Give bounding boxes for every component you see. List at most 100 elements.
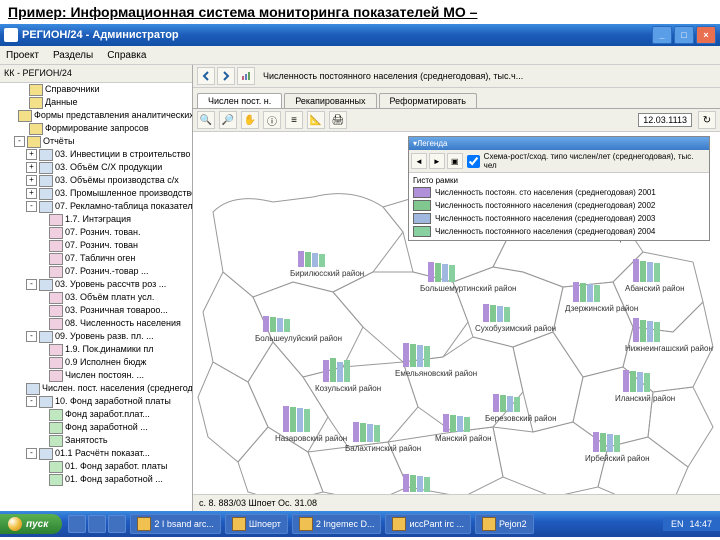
tree-expander-icon[interactable]: - [26,448,37,459]
tree-item[interactable]: 1.9. Пок.динамики пл [0,343,192,356]
tree-item[interactable]: Числен постоян. ... [0,369,192,382]
tab-recap[interactable]: Рекапированных [284,93,376,108]
tree-item[interactable]: 03. Объём платн усл. [0,291,192,304]
tree-item[interactable]: Формы представления аналитических запрос… [0,109,192,122]
tree-root[interactable]: КК - РЕГИОН/24 [0,65,192,83]
tree-item[interactable]: +03. Объём С/Х продукции [0,161,192,174]
tree-item[interactable]: 03. Розничная товароо... [0,304,192,317]
region-bars[interactable] [623,366,650,392]
tree-expander-icon[interactable]: - [26,331,37,342]
region-bars[interactable] [443,406,470,432]
tree-item[interactable]: 07. Рознич.-товар ... [0,265,192,278]
legend-prev-icon[interactable]: ◄ [411,153,427,169]
region-bars[interactable] [323,356,350,382]
tree-item[interactable]: -03. Уровень рассчтв роз ... [0,278,192,291]
region-bars[interactable] [403,466,430,492]
minimize-button[interactable]: _ [652,26,672,44]
region-bars[interactable] [633,316,660,342]
pan-icon[interactable]: ✋ [241,111,259,129]
legend-row[interactable]: Численность постоянного населения (средн… [413,225,705,238]
region-bars[interactable] [593,426,620,452]
tray-lang[interactable]: EN [671,519,684,529]
info-icon[interactable]: ⓘ [263,111,281,129]
taskbar-item[interactable]: 2 Ingemec D... [292,514,382,534]
zoom-in-icon[interactable]: 🔍 [197,111,215,129]
tree-item[interactable]: Фонд заработной ... [0,421,192,434]
tree-item[interactable]: -09. Уровень разв. пл. ... [0,330,192,343]
zoom-out-icon[interactable]: 🔎 [219,111,237,129]
region-bars[interactable] [428,256,455,282]
tree-expander-icon[interactable]: + [26,149,37,160]
ql-icon-3[interactable] [108,515,126,533]
region-bars[interactable] [493,386,520,412]
tree-item[interactable]: 0.9 Исполнен бюдж [0,356,192,369]
tree-item[interactable]: 07. Табличн оген [0,252,192,265]
legend-next-icon[interactable]: ► [429,153,445,169]
region-bars[interactable] [483,296,510,322]
menu-help[interactable]: Справка [107,50,146,61]
tree-expander-icon[interactable]: - [26,279,37,290]
system-tray[interactable]: EN 14:47 [663,517,720,531]
tree-item[interactable]: -10. Фонд заработной платы [0,395,192,408]
region-bars[interactable] [403,341,430,367]
legend-checkbox[interactable] [467,155,480,168]
tree-expander-icon[interactable]: - [14,136,25,147]
map-canvas[interactable]: Легенда ОбъектКазачинский район Тасеевск… [193,132,720,494]
tree-item[interactable]: -01.1 Расчётн показат... [0,447,192,460]
chart-icon[interactable] [237,67,255,85]
ql-icon-1[interactable] [68,515,86,533]
tree-item[interactable]: 08. Численность населения [0,317,192,330]
tree-expander-icon[interactable]: + [26,175,37,186]
menu-sections[interactable]: Разделы [53,50,93,61]
region-bars[interactable] [353,416,380,442]
legend-row[interactable]: Численность постоянного населения (средн… [413,212,705,225]
tree-item[interactable]: Числен. пост. населения (среднегодовая) … [0,382,192,395]
ql-icon-2[interactable] [88,515,106,533]
legend-panel[interactable]: ▾ Легенда ◄ ► ▣ Схема-рост/сход. типо чи… [408,136,710,241]
legend-row[interactable]: Численность постоян. сто населения (сред… [413,186,705,199]
tree-item[interactable]: 1.7. Интэграция [0,213,192,226]
tab-reformat[interactable]: Реформатировать [379,93,477,108]
tree-item[interactable]: 01. Фонд заработной ... [0,473,192,486]
region-bars[interactable] [263,306,290,332]
tree-item[interactable]: +03. Объёмы производства с/х [0,174,192,187]
legend-expand-icon[interactable]: ▣ [447,153,463,169]
tree-item[interactable]: Формирование запросов [0,122,192,135]
tree-expander-icon[interactable]: - [26,201,37,212]
measure-icon[interactable]: 📐 [307,111,325,129]
legend-titlebar[interactable]: ▾ Легенда [409,137,709,150]
taskbar-item[interactable]: Реjon2 [475,514,534,534]
tree-expander-icon[interactable]: + [26,162,37,173]
taskbar-item[interactable]: Шпоерт [225,514,288,534]
tree-item[interactable]: +03. Инвестиции в строительство [0,148,192,161]
maximize-button[interactable]: □ [674,26,694,44]
tree-item[interactable]: Фонд заработ.плат... [0,408,192,421]
taskbar-item[interactable]: 2 I bsand arc... [130,514,221,534]
tree-item[interactable]: +03. Промышленное производство [0,187,192,200]
region-bars[interactable] [573,276,600,302]
tree-item[interactable]: 07. Рознич. тован. [0,226,192,239]
tree-expander-icon[interactable]: + [26,188,37,199]
region-bars[interactable] [633,256,660,282]
tree-expander-icon[interactable]: - [26,396,37,407]
layers-icon[interactable]: ≡ [285,111,303,129]
nav-back-button[interactable] [197,67,215,85]
legend-row[interactable]: Численность постоянного населения (средн… [413,199,705,212]
taskbar-item[interactable]: иссPant irc ... [385,514,471,534]
close-button[interactable]: × [696,26,716,44]
nav-forward-button[interactable] [217,67,235,85]
tree-item[interactable]: 07. Рознич. тован [0,239,192,252]
menu-project[interactable]: Проект [6,50,39,61]
print-icon[interactable]: 🖨 [329,111,347,129]
start-button[interactable]: пуск [0,514,62,534]
date-field[interactable]: 12.03.1113 [638,113,692,127]
tree-item[interactable]: 01. Фонд заработ. платы [0,460,192,473]
tab-population[interactable]: Числен пост. н. [197,93,282,108]
tree-item[interactable]: Занятость [0,434,192,447]
tree-item[interactable]: Данные [0,96,192,109]
region-bars[interactable] [298,241,325,267]
tree-item[interactable]: -Отчёты [0,135,192,148]
tree-item[interactable]: Справочники [0,83,192,96]
tree-item[interactable]: -07. Рекламно-таблица показатели [0,200,192,213]
refresh-icon[interactable]: ↻ [698,111,716,129]
